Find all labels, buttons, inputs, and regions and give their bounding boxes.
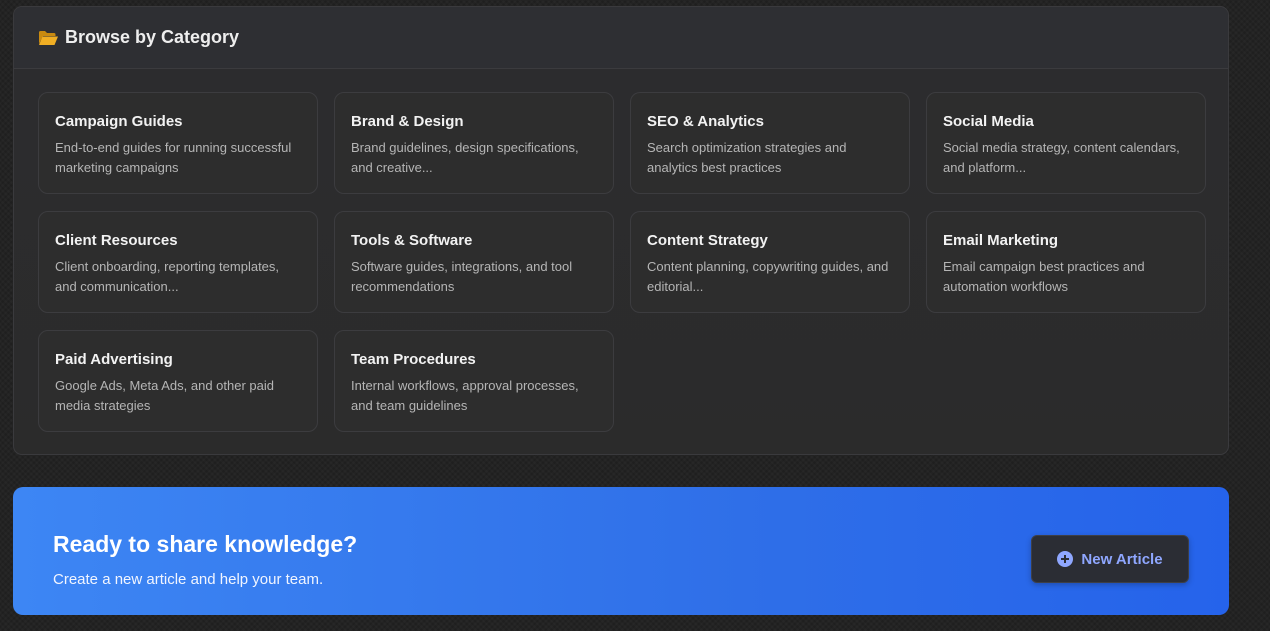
banner-title: Ready to share knowledge? (53, 531, 358, 557)
browse-by-category-panel: Browse by Category Campaign Guides End-t… (13, 6, 1229, 455)
category-grid: Campaign Guides End-to-end guides for ru… (38, 92, 1206, 432)
category-card-tools-software[interactable]: Tools & Software Software guides, integr… (334, 211, 614, 313)
category-title: Content Strategy (647, 232, 768, 249)
category-description: Brand guidelines, design specifications,… (351, 140, 579, 175)
category-description: Search optimization strategies and analy… (647, 140, 847, 175)
panel-header: Browse by Category (14, 7, 1228, 69)
category-title: Tools & Software (351, 232, 473, 249)
share-knowledge-banner: Ready to share knowledge? Create a new a… (13, 487, 1229, 615)
category-title: Paid Advertising (55, 351, 173, 368)
category-card-content-strategy[interactable]: Content Strategy Content planning, copyw… (630, 211, 910, 313)
category-description: Internal workflows, approval processes, … (351, 378, 579, 413)
category-title: Client Resources (55, 232, 178, 249)
category-description: Client onboarding, reporting templates, … (55, 259, 280, 294)
category-title: Social Media (943, 113, 1034, 130)
category-description: Software guides, integrations, and tool … (351, 259, 573, 294)
category-title: Brand & Design (351, 113, 464, 130)
category-description: Google Ads, Meta Ads, and other paid med… (55, 378, 274, 413)
new-article-label: New Article (1081, 550, 1163, 568)
category-card-social-media[interactable]: Social Media Social media strategy, cont… (926, 92, 1206, 194)
category-title: Team Procedures (351, 351, 476, 368)
new-article-button[interactable]: New Article (1031, 535, 1189, 583)
category-card-brand-design[interactable]: Brand & Design Brand guidelines, design … (334, 92, 614, 194)
category-card-seo-analytics[interactable]: SEO & Analytics Search optimization stra… (630, 92, 910, 194)
category-description: End-to-end guides for running successful… (55, 140, 292, 175)
category-description: Content planning, copywriting guides, an… (647, 259, 889, 294)
plus-circle-icon (1057, 551, 1074, 567)
category-card-client-resources[interactable]: Client Resources Client onboarding, repo… (38, 211, 318, 313)
category-card-paid-advertising[interactable]: Paid Advertising Google Ads, Meta Ads, a… (38, 330, 318, 432)
category-card-campaign-guides[interactable]: Campaign Guides End-to-end guides for ru… (38, 92, 318, 194)
category-description: Email campaign best practices and automa… (943, 259, 1145, 294)
category-title: SEO & Analytics (647, 113, 764, 130)
category-card-email-marketing[interactable]: Email Marketing Email campaign best prac… (926, 211, 1206, 313)
category-description: Social media strategy, content calendars… (943, 140, 1180, 175)
banner-subtitle: Create a new article and help your team. (53, 571, 324, 588)
folder-open-icon (38, 30, 59, 46)
panel-title: Browse by Category (65, 27, 240, 47)
category-title: Campaign Guides (55, 113, 183, 130)
category-title: Email Marketing (943, 232, 1059, 249)
category-card-team-procedures[interactable]: Team Procedures Internal workflows, appr… (334, 330, 614, 432)
